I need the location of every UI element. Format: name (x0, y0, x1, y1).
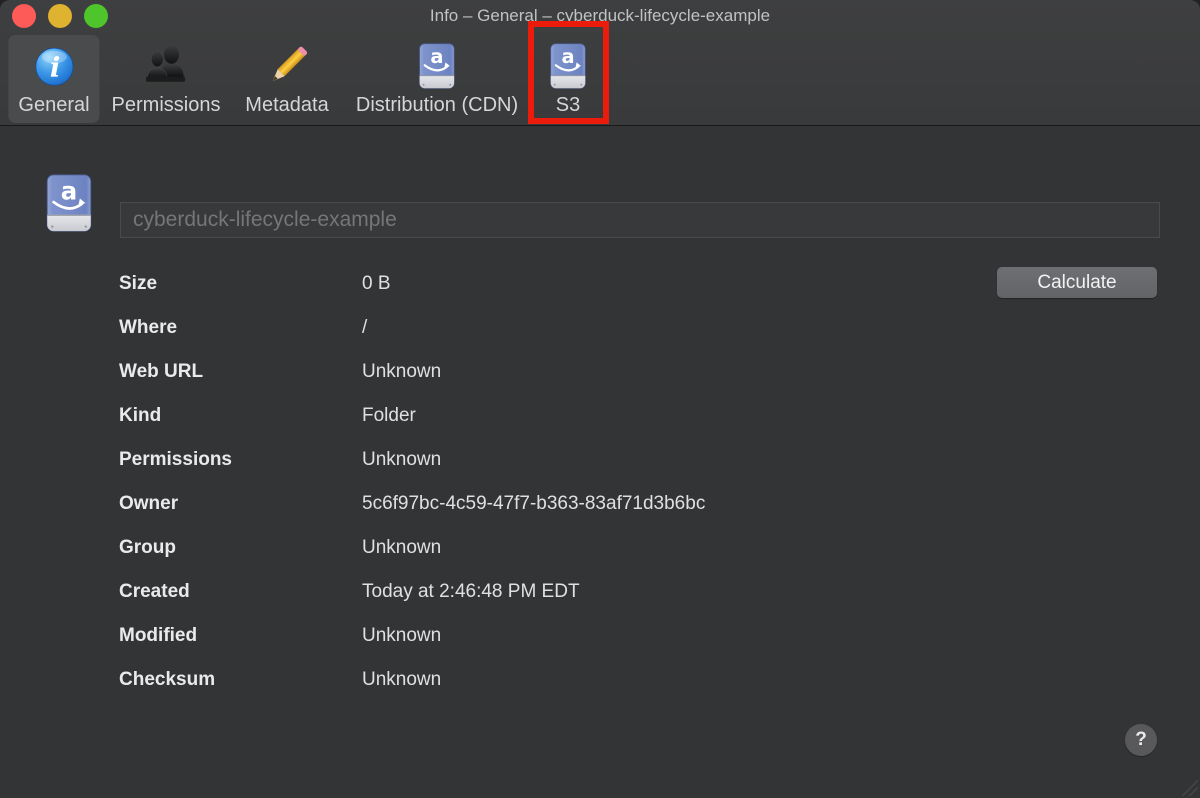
tab-label: Metadata (245, 92, 328, 118)
row-value: / (362, 317, 1200, 339)
people-icon (141, 40, 191, 92)
tab-distribution-cdn[interactable]: Distribution (CDN) (346, 35, 528, 123)
row-label: Checksum (119, 669, 362, 691)
row-value: Today at 2:46:48 PM EDT (362, 581, 1200, 603)
pencil-icon (262, 40, 312, 92)
help-button[interactable]: ? (1125, 724, 1157, 756)
row-label: Size (119, 273, 362, 295)
row-value: 5c6f97bc-4c59-47f7-b363-83af71d3b6bc (362, 493, 1200, 515)
tab-permissions[interactable]: Permissions (102, 35, 231, 123)
amazon-drive-icon (543, 40, 593, 92)
tab-label: General (18, 92, 89, 118)
tab-label: Distribution (CDN) (356, 92, 518, 118)
row-label: Group (119, 537, 362, 559)
tab-metadata[interactable]: Metadata (235, 35, 338, 123)
row-value: Unknown (362, 449, 1200, 471)
window-header: Info – General – cyberduck-lifecycle-exa… (0, 0, 1200, 126)
row-web-url: Web URL Unknown (0, 350, 1200, 394)
tab-general[interactable]: General (8, 35, 99, 123)
titlebar[interactable]: Info – General – cyberduck-lifecycle-exa… (0, 0, 1200, 32)
row-permissions: Permissions Unknown (0, 438, 1200, 482)
row-value: Folder (362, 405, 1200, 427)
row-label: Web URL (119, 361, 362, 383)
row-checksum: Checksum Unknown (0, 658, 1200, 702)
row-value: Unknown (362, 361, 1200, 383)
tab-label: S3 (556, 92, 580, 118)
row-label: Modified (119, 625, 362, 647)
row-label: Kind (119, 405, 362, 427)
row-owner: Owner 5c6f97bc-4c59-47f7-b363-83af71d3b6… (0, 482, 1200, 526)
window-title: Info – General – cyberduck-lifecycle-exa… (0, 0, 1200, 32)
row-label: Owner (119, 493, 362, 515)
row-value: Unknown (362, 669, 1200, 691)
row-created: Created Today at 2:46:48 PM EDT (0, 570, 1200, 614)
row-label: Where (119, 317, 362, 339)
row-value: Unknown (362, 537, 1200, 559)
amazon-bucket-icon (40, 174, 98, 237)
info-window: Info – General – cyberduck-lifecycle-exa… (0, 0, 1200, 798)
row-label: Created (119, 581, 362, 603)
row-group: Group Unknown (0, 526, 1200, 570)
tab-s3[interactable]: S3 (533, 35, 603, 123)
row-kind: Kind Folder (0, 394, 1200, 438)
row-value: Unknown (362, 625, 1200, 647)
tab-label: Permissions (112, 92, 221, 118)
resize-grip[interactable] (1182, 780, 1198, 796)
amazon-drive-icon (412, 40, 462, 92)
row-modified: Modified Unknown (0, 614, 1200, 658)
info-rows: Size 0 B Where / Web URL Unknown Kind Fo… (0, 262, 1200, 702)
info-icon (29, 40, 79, 92)
filename-input[interactable] (120, 202, 1160, 238)
calculate-button[interactable]: Calculate (997, 267, 1157, 298)
row-label: Permissions (119, 449, 362, 471)
row-where: Where / (0, 306, 1200, 350)
toolbar: General Permissions Metadata Distributio… (0, 32, 1200, 126)
